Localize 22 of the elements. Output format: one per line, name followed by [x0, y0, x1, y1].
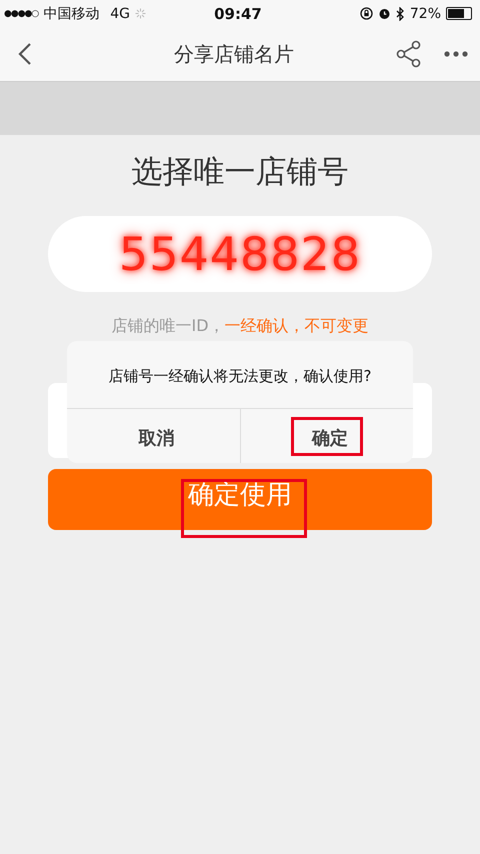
battery-icon	[446, 7, 472, 20]
bluetooth-icon	[396, 6, 405, 20]
hint-text: 店铺的唯一ID，	[111, 316, 225, 335]
signal-strength-icon: ●●●●○	[4, 8, 38, 18]
battery-percentage: 72%	[410, 6, 441, 22]
rotation-lock-icon	[360, 7, 373, 20]
back-icon[interactable]	[18, 42, 32, 66]
page-title: 分享店铺名片	[173, 40, 295, 68]
dialog-button[interactable]: 取消	[67, 409, 240, 463]
carrier-name: 中国移动	[43, 4, 100, 22]
dialog-button[interactable]: 确定	[240, 409, 413, 463]
more-icon[interactable]	[444, 51, 468, 57]
section-heading: 选择唯一店铺号	[132, 153, 348, 192]
alarm-clock-icon	[378, 7, 391, 20]
dialog-message: 店铺号一经确认将无法更改，确认使用?	[67, 341, 413, 409]
warning-text: 一经确认，不可变更	[224, 316, 369, 335]
shop-number: 55448828	[118, 227, 362, 281]
share-icon[interactable]	[396, 40, 422, 68]
highlight-frame: 确定	[290, 416, 363, 456]
network-type: 4G	[110, 6, 130, 22]
status-time: 09:47	[214, 4, 262, 22]
loading-spinner-icon	[135, 8, 146, 19]
